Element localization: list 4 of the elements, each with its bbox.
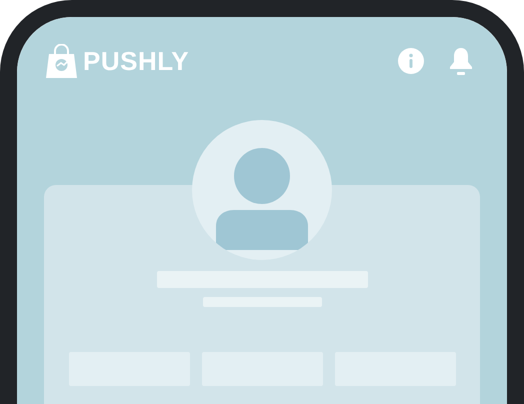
brand-name: PUSHLY <box>83 48 190 74</box>
info-icon[interactable] <box>398 48 424 74</box>
notification-bell-icon[interactable] <box>448 47 474 75</box>
shopping-bag-icon <box>46 44 77 78</box>
